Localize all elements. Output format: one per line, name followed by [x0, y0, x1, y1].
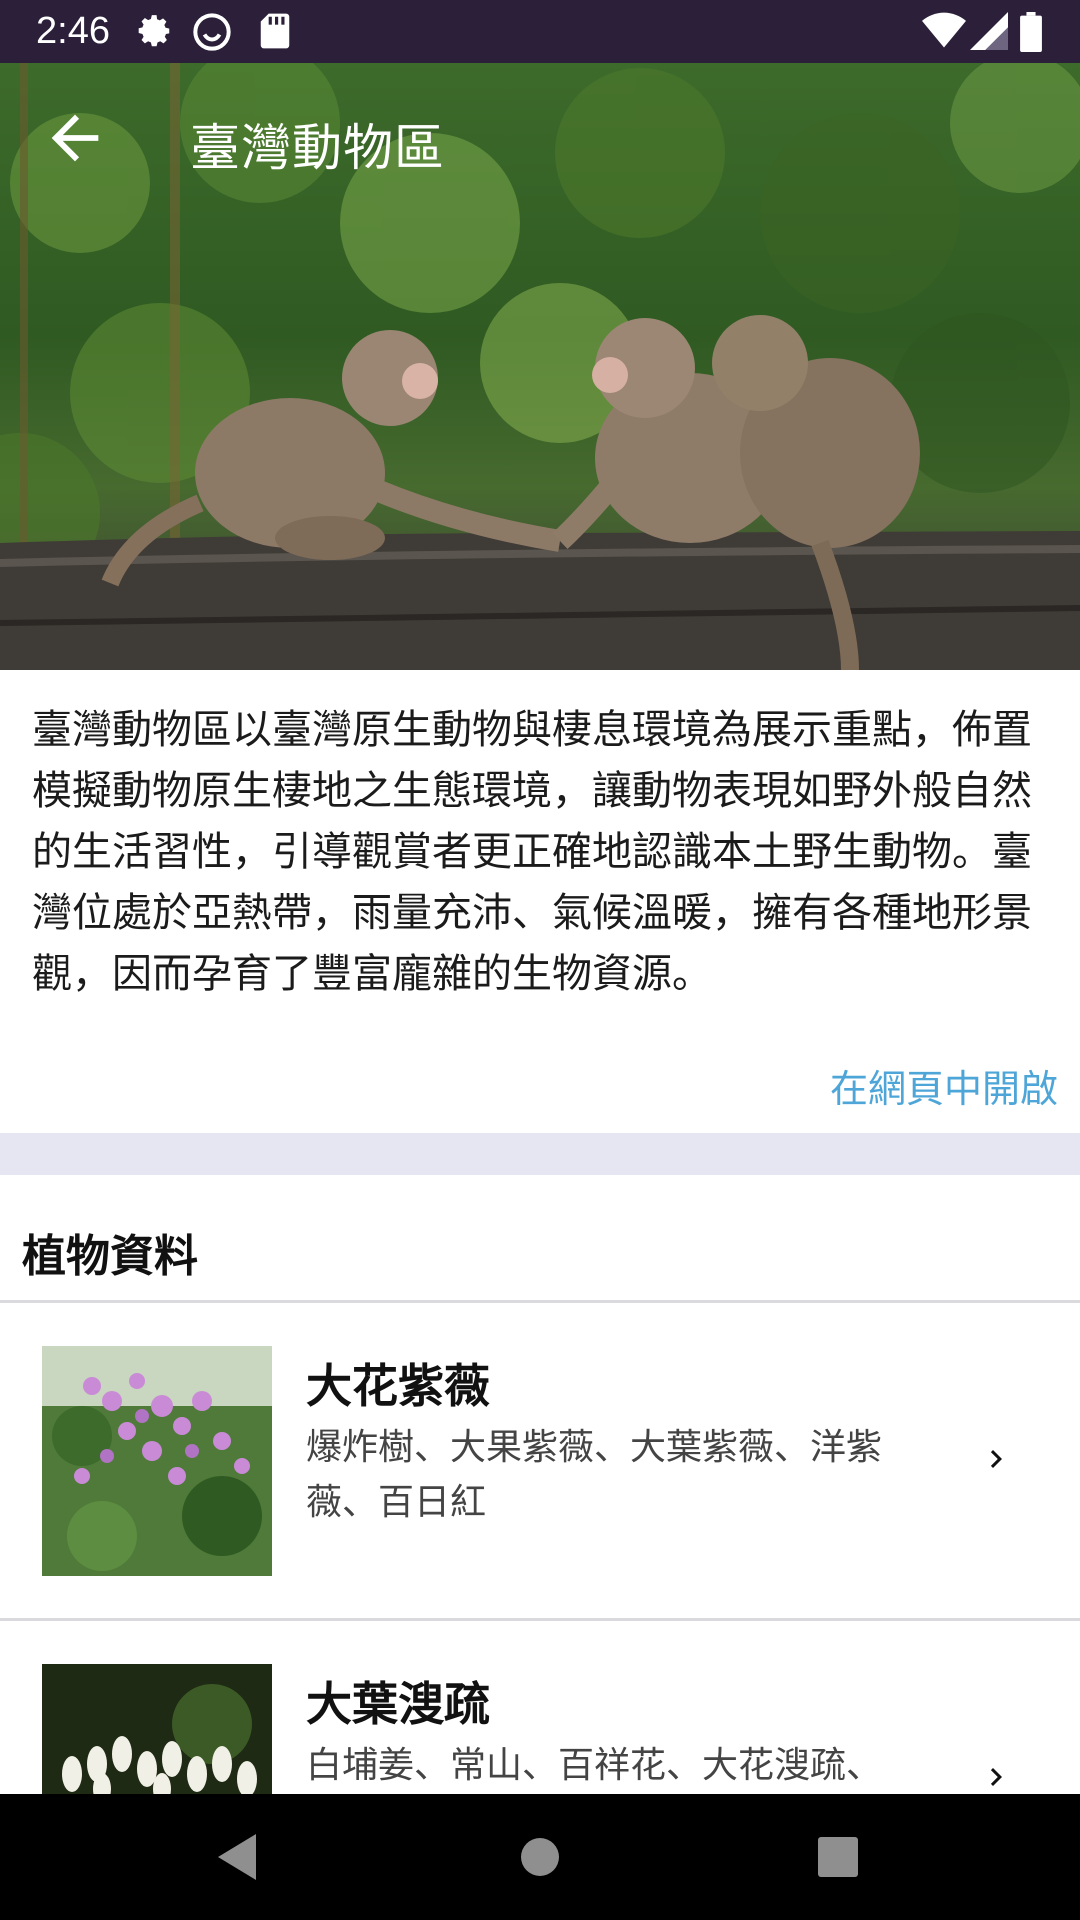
section-divider-band [0, 1133, 1080, 1175]
sd-card-icon [258, 12, 292, 54]
nav-home-button[interactable] [505, 1822, 575, 1892]
open-in-web-link[interactable]: 在網頁中開啟 [830, 1058, 1058, 1113]
recents-square-icon [818, 1837, 858, 1877]
divider [0, 1618, 1080, 1621]
status-bar: 2:46 [0, 0, 1080, 63]
nav-recents-button[interactable] [803, 1822, 873, 1892]
system-nav-bar [0, 1794, 1080, 1920]
plant-thumbnail [42, 1346, 272, 1576]
battery-icon [1020, 12, 1042, 56]
divider [0, 1300, 1080, 1303]
smiley-icon [192, 12, 232, 56]
chevron-right-icon [978, 1434, 1014, 1488]
wifi-icon [922, 12, 966, 54]
status-time: 2:46 [36, 10, 110, 52]
gear-icon [136, 12, 174, 54]
home-circle-icon [521, 1838, 559, 1876]
signal-icon [970, 12, 1008, 54]
back-triangle-icon [218, 1834, 256, 1880]
nav-back-button[interactable] [204, 1822, 274, 1892]
area-description: 臺灣動物區以臺灣原生動物與棲息環境為展示重點，佈置模擬動物原生棲地之生態環境，讓… [32, 707, 1032, 997]
plant-aliases: 白埔姜、常山、百祥花、大花溲疏、 [306, 1745, 883, 1786]
plant-name: 大葉溲疏 [306, 1677, 490, 1731]
back-button[interactable] [40, 103, 110, 173]
plant-aliases: 爆炸樹、大果紫薇、大葉紫薇、洋紫薇、百日紅 [306, 1427, 883, 1523]
page-title: 臺灣動物區 [190, 119, 445, 177]
plant-list-item[interactable]: 大花紫薇 爆炸樹、大果紫薇、大葉紫薇、洋紫薇、百日紅 [0, 1304, 1080, 1620]
plant-name: 大花紫薇 [306, 1359, 490, 1413]
arrow-left-icon [51, 114, 99, 162]
hero-image: 臺灣動物區 [0, 63, 1080, 670]
plants-section-title: 植物資料 [22, 1231, 198, 1282]
